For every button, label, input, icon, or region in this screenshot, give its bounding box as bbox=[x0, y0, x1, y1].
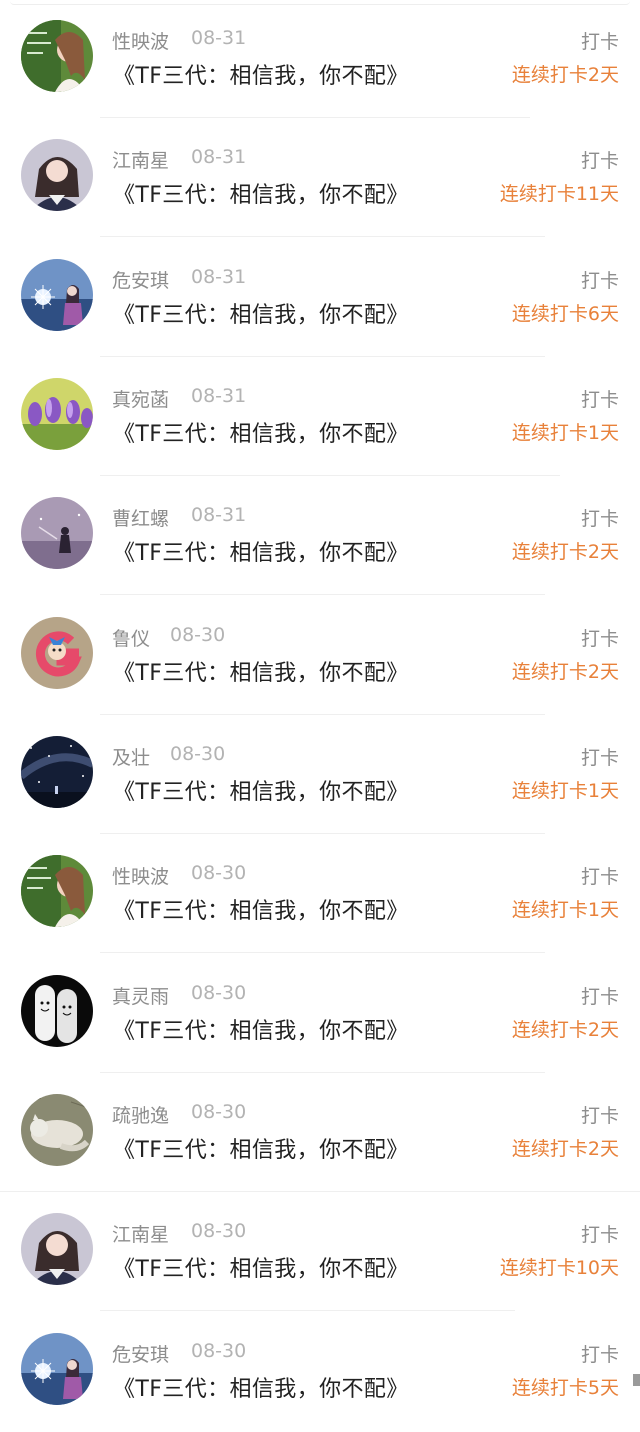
avatar-girl-sparkler-icon[interactable] bbox=[21, 1333, 93, 1405]
user-name[interactable]: 及壮 bbox=[112, 743, 150, 770]
post-date: 08-30 bbox=[191, 982, 247, 1004]
avatar-girl-green-icon[interactable] bbox=[21, 855, 93, 927]
checkin-label: 打卡 bbox=[580, 270, 619, 292]
post-date: 08-31 bbox=[191, 27, 247, 49]
row-divider bbox=[100, 356, 545, 357]
post-date: 08-30 bbox=[170, 743, 226, 765]
checkin-label: 打卡 bbox=[580, 866, 619, 888]
row-divider bbox=[100, 952, 545, 953]
checkin-label: 打卡 bbox=[580, 628, 619, 650]
book-title[interactable]: 《TF三代：相信我，你不配》 bbox=[113, 1371, 409, 1403]
user-name[interactable]: 危安琪 bbox=[112, 1340, 169, 1367]
user-name[interactable]: 疏驰逸 bbox=[112, 1101, 169, 1128]
feed-item[interactable]: 真灵雨 08-30 《TF三代：相信我，你不配》 打卡 连续打卡2天 bbox=[0, 955, 640, 1074]
feed-item[interactable]: 性映波 08-31 《TF三代：相信我，你不配》 打卡 连续打卡2天 bbox=[0, 0, 640, 119]
row-divider bbox=[100, 1072, 545, 1073]
row-divider bbox=[100, 833, 545, 834]
feed-item[interactable]: 疏驰逸 08-30 《TF三代：相信我，你不配》 打卡 连续打卡2天 bbox=[0, 1074, 640, 1193]
checkin-label: 打卡 bbox=[580, 389, 619, 411]
row-divider bbox=[0, 1191, 640, 1192]
user-name[interactable]: 性映波 bbox=[112, 27, 169, 54]
streak-badge: 连续打卡5天 bbox=[511, 1377, 619, 1399]
feed-item[interactable]: 性映波 08-30 《TF三代：相信我，你不配》 打卡 连续打卡1天 bbox=[0, 835, 640, 954]
user-name[interactable]: 江南星 bbox=[112, 146, 169, 173]
book-title[interactable]: 《TF三代：相信我，你不配》 bbox=[113, 58, 409, 90]
streak-badge: 连续打卡2天 bbox=[511, 541, 619, 563]
feed-item[interactable]: 危安琪 08-30 《TF三代：相信我，你不配》 打卡 连续打卡5天 bbox=[0, 1313, 640, 1432]
feed-item[interactable]: 曹红螺 08-31 《TF三代：相信我，你不配》 打卡 连续打卡2天 bbox=[0, 477, 640, 596]
post-date: 08-30 bbox=[170, 624, 226, 646]
user-name[interactable]: 真灵雨 bbox=[112, 982, 169, 1009]
user-name[interactable]: 危安琪 bbox=[112, 266, 169, 293]
user-name[interactable]: 曹红螺 bbox=[112, 504, 169, 531]
book-title[interactable]: 《TF三代：相信我，你不配》 bbox=[113, 655, 409, 687]
avatar-letter-g-cartoon-icon[interactable] bbox=[21, 617, 93, 689]
avatar-night-sky-icon[interactable] bbox=[21, 736, 93, 808]
streak-badge: 连续打卡2天 bbox=[511, 1019, 619, 1041]
user-name[interactable]: 鲁仪 bbox=[112, 624, 150, 651]
user-name[interactable]: 江南星 bbox=[112, 1220, 169, 1247]
book-title[interactable]: 《TF三代：相信我，你不配》 bbox=[113, 416, 409, 448]
checkin-label: 打卡 bbox=[580, 1344, 619, 1366]
user-name[interactable]: 真宛菡 bbox=[112, 385, 169, 412]
avatar-purple-flowers-icon[interactable] bbox=[21, 378, 93, 450]
streak-badge: 连续打卡11天 bbox=[499, 183, 619, 205]
feed-item[interactable]: 江南星 08-30 《TF三代：相信我，你不配》 打卡 连续打卡10天 bbox=[0, 1193, 640, 1312]
feed-item[interactable]: 及壮 08-30 《TF三代：相信我，你不配》 打卡 连续打卡1天 bbox=[0, 716, 640, 835]
streak-badge: 连续打卡2天 bbox=[511, 1138, 619, 1160]
post-date: 08-31 bbox=[191, 146, 247, 168]
post-date: 08-30 bbox=[191, 1220, 247, 1242]
row-divider bbox=[100, 714, 545, 715]
row-divider bbox=[100, 117, 530, 118]
streak-badge: 连续打卡1天 bbox=[511, 899, 619, 921]
book-title[interactable]: 《TF三代：相信我，你不配》 bbox=[113, 535, 409, 567]
avatar-girl-green-icon[interactable] bbox=[21, 20, 93, 92]
avatar-girl-uniform-icon[interactable] bbox=[21, 139, 93, 211]
book-title[interactable]: 《TF三代：相信我，你不配》 bbox=[113, 1132, 409, 1164]
post-date: 08-30 bbox=[191, 1340, 247, 1362]
checkin-label: 打卡 bbox=[580, 1224, 619, 1246]
streak-badge: 连续打卡10天 bbox=[499, 1257, 619, 1279]
checkin-label: 打卡 bbox=[580, 986, 619, 1008]
avatar-girl-uniform-icon[interactable] bbox=[21, 1213, 93, 1285]
book-title[interactable]: 《TF三代：相信我，你不配》 bbox=[113, 774, 409, 806]
post-date: 08-30 bbox=[191, 1101, 247, 1123]
post-date: 08-30 bbox=[191, 862, 247, 884]
row-divider bbox=[100, 1310, 515, 1311]
row-divider bbox=[100, 594, 545, 595]
user-name[interactable]: 性映波 bbox=[112, 862, 169, 889]
scrollbar-thumb[interactable] bbox=[633, 1374, 640, 1386]
checkin-label: 打卡 bbox=[580, 747, 619, 769]
book-title[interactable]: 《TF三代：相信我，你不配》 bbox=[113, 177, 409, 209]
book-title[interactable]: 《TF三代：相信我，你不配》 bbox=[113, 1013, 409, 1045]
book-title[interactable]: 《TF三代：相信我，你不配》 bbox=[113, 297, 409, 329]
avatar-finger-faces-icon[interactable] bbox=[21, 975, 93, 1047]
streak-badge: 连续打卡6天 bbox=[511, 303, 619, 325]
checkin-label: 打卡 bbox=[580, 31, 619, 53]
post-date: 08-31 bbox=[191, 266, 247, 288]
avatar-girl-sparkler-icon[interactable] bbox=[21, 259, 93, 331]
feed-item[interactable]: 江南星 08-31 《TF三代：相信我，你不配》 打卡 连续打卡11天 bbox=[0, 119, 640, 238]
feed-item[interactable]: 鲁仪 08-30 《TF三代：相信我，你不配》 打卡 连续打卡2天 bbox=[0, 597, 640, 716]
feed-item[interactable]: 真宛菡 08-31 《TF三代：相信我，你不配》 打卡 连续打卡1天 bbox=[0, 358, 640, 477]
streak-badge: 连续打卡2天 bbox=[511, 64, 619, 86]
row-divider bbox=[100, 475, 560, 476]
post-date: 08-31 bbox=[191, 385, 247, 407]
streak-badge: 连续打卡2天 bbox=[511, 661, 619, 683]
avatar-sleeping-cat-icon[interactable] bbox=[21, 1094, 93, 1166]
feed-item[interactable]: 危安琪 08-31 《TF三代：相信我，你不配》 打卡 连续打卡6天 bbox=[0, 239, 640, 358]
avatar-purple-silhouette-icon[interactable] bbox=[21, 497, 93, 569]
streak-badge: 连续打卡1天 bbox=[511, 422, 619, 444]
row-divider bbox=[100, 236, 545, 237]
checkin-label: 打卡 bbox=[580, 1105, 619, 1127]
streak-badge: 连续打卡1天 bbox=[511, 780, 619, 802]
book-title[interactable]: 《TF三代：相信我，你不配》 bbox=[113, 1251, 409, 1283]
post-date: 08-31 bbox=[191, 504, 247, 526]
checkin-label: 打卡 bbox=[580, 150, 619, 172]
checkin-label: 打卡 bbox=[580, 508, 619, 530]
book-title[interactable]: 《TF三代：相信我，你不配》 bbox=[113, 893, 409, 925]
